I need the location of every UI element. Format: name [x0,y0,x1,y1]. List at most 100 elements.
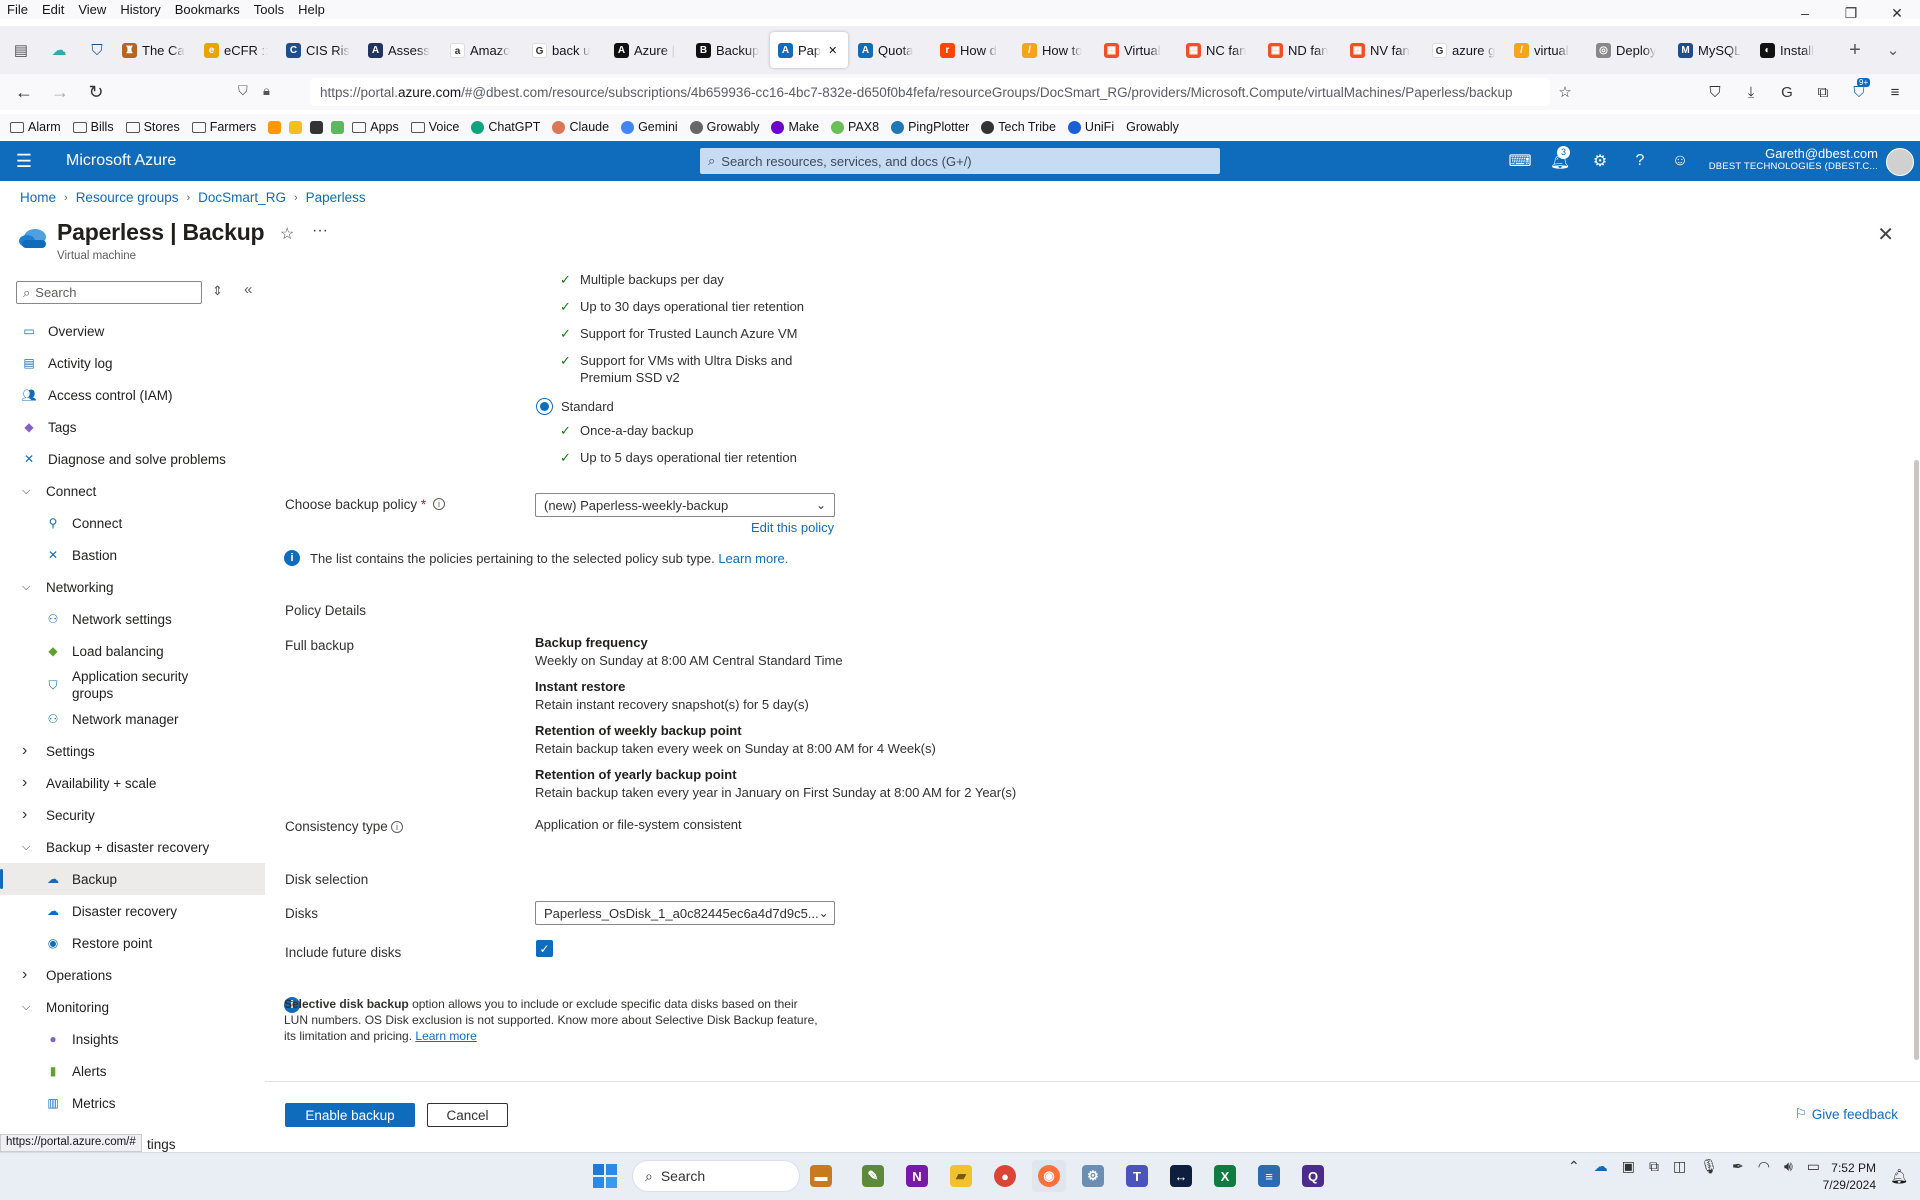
lock-icon[interactable]: 🔒︎ [263,83,270,99]
bookmark-item[interactable]: Alarm [10,120,61,134]
account-info[interactable]: Gareth@dbest.com DBEST TECHNOLOGIES (DBE… [1709,146,1878,172]
bookmark-item[interactable]: PAX8 [831,120,879,134]
collapse-menu-icon[interactable]: « [244,281,252,298]
pen-icon[interactable]: ✒ [1732,1158,1744,1175]
excel-icon[interactable]: X [1208,1160,1242,1192]
notepad-icon[interactable]: ✎ [856,1160,890,1192]
tray-icon[interactable]: ⧉ [1649,1158,1659,1175]
breadcrumb-link[interactable]: Home [20,190,56,205]
bookmark-item[interactable]: UniFi [1067,120,1114,134]
windows-start-icon[interactable] [592,1163,618,1189]
tracking-shield-icon[interactable]: ⛉ [238,83,248,99]
menu-file[interactable]: File [0,2,35,17]
azure-search-input[interactable]: ⌕ Search resources, services, and docs (… [700,148,1220,174]
bookmark-item[interactable]: Bills [72,120,114,134]
bookmark-item[interactable]: Stores [125,120,180,134]
bookmark-favicon-icon[interactable] [310,120,324,134]
shield-icon[interactable]: ⛉ [80,33,114,67]
bookmark-favicon-icon[interactable] [289,120,303,134]
sidebar-item-activity-log[interactable]: ▤ Activity log [0,347,265,379]
sidebar-item-restore-point[interactable]: ◉ Restore point [0,927,265,959]
browser-tab[interactable]: ◎ Deploy [1588,32,1668,68]
azure-brand[interactable]: Microsoft Azure [66,152,176,170]
teams-icon[interactable]: T [1120,1160,1154,1192]
bookmark-item[interactable]: Growably [689,120,759,134]
sidebar-group-operations[interactable]: › Operations [0,959,265,991]
browser-tab[interactable]: Gazure g [1424,32,1504,68]
sidebar-group-backup-disaster-recovery[interactable]: ⌵ Backup + disaster recovery [0,831,265,863]
browser-tab[interactable]: a Amazo [442,32,522,68]
cancel-button[interactable]: Cancel [427,1103,508,1127]
downloads-icon[interactable]: ⤓ [1736,78,1766,106]
sidebar-group-connect[interactable]: ⌵ Connect [0,475,265,507]
browser-menu-icon[interactable]: ≡ [1880,78,1910,106]
chevron-up-icon[interactable]: ⌃ [1568,1158,1580,1175]
bookmark-favicon-icon[interactable] [268,120,282,134]
backup-policy-dropdown[interactable]: (new) Paperless-weekly-backup ⌄ [535,493,835,517]
clock[interactable]: 7:52 PM 7/29/2024 [1823,1160,1876,1194]
help-icon[interactable]: ? [1620,141,1660,181]
info-tooltip-icon[interactable]: i [391,821,403,833]
expand-collapse-icon[interactable]: ⇕ [212,283,223,299]
sidebar-item-metrics[interactable]: ▥ Metrics [0,1087,265,1119]
cloud-shell-icon[interactable]: ⌨ [1500,141,1540,181]
tab-close-icon[interactable]: ✕ [828,44,837,57]
browser-tab[interactable]: ▦ Virtual [1096,32,1176,68]
sidebar-item-network-manager[interactable]: ⚇ Network manager [0,703,265,735]
battery-icon[interactable]: ▭ [1807,1158,1820,1175]
sidebar-item-load-balancing[interactable]: ◆ Load balancing [0,635,265,667]
browser-tab[interactable]: A Assess [360,32,440,68]
sidebar-group-availability-scale[interactable]: › Availability + scale [0,767,265,799]
breadcrumb-link[interactable]: Paperless [306,190,366,205]
close-window-icon[interactable]: ✕ [1874,0,1920,26]
sidebar-group-monitoring[interactable]: ⌵ Monitoring [0,991,265,1023]
bookmark-item[interactable]: ChatGPT [471,120,540,134]
sidebar-item-truncated[interactable]: tings [147,1137,176,1152]
sidebar-group-settings[interactable]: › Settings [0,735,265,767]
forward-icon[interactable]: → [42,77,78,107]
browser-tab[interactable]: / virtual [1506,32,1586,68]
browser-tab[interactable]: ▦ NC fan [1178,32,1258,68]
chrome-icon[interactable]: ● [988,1160,1022,1192]
breadcrumb-link[interactable]: Resource groups [76,190,179,205]
sidebar-group-networking[interactable]: ⌵ Networking [0,571,265,603]
restore-icon[interactable]: ❐ [1828,0,1874,26]
browser-tab[interactable]: A Pap ✕ [770,32,848,68]
tab-overflow-icon[interactable]: ⌄ [1876,33,1910,67]
browser-tab[interactable]: M MySQL [1670,32,1750,68]
browser-tab[interactable]: ▦ NV fan [1342,32,1422,68]
sidebar-item-insights[interactable]: ● Insights [0,1023,265,1055]
more-icon[interactable]: ··· [312,222,328,240]
sidebar-item-connect[interactable]: ⚲ Connect [0,507,265,539]
notification-bell-icon[interactable]: 🔔︎ [1890,1168,1908,1185]
taskbar-search[interactable]: ⌕ Search [632,1160,800,1192]
bookmark-item[interactable]: Tech Tribe [981,120,1056,134]
bookmark-favicon-icon[interactable] [331,120,345,134]
browser-tab[interactable]: r How d [932,32,1012,68]
teamviewer-icon[interactable]: ↔ [1164,1160,1198,1192]
learn-more-link[interactable]: Learn more. [718,551,788,566]
menu-help[interactable]: Help [291,2,332,17]
menu-history[interactable]: History [113,2,167,17]
sidebar-item-diagnose-and-solve-problems[interactable]: ✕ Diagnose and solve problems [0,443,265,475]
sidebar-group-security[interactable]: › Security [0,799,265,831]
menu-view[interactable]: View [71,2,113,17]
browser-tab[interactable]: B Backup [688,32,768,68]
favorite-star-icon[interactable]: ☆ [280,224,294,244]
bookmark-item[interactable]: Voice [410,120,459,134]
url-bar[interactable]: https://portal. azure.com/#@dbest.com/res… [310,78,1550,106]
info-tooltip-icon[interactable]: i [433,498,445,510]
bookmark-item[interactable]: Growably [1126,120,1179,134]
bookmark-item[interactable]: Claude [552,120,609,134]
sidebar-toggle-icon[interactable]: ▤ [4,33,38,67]
feedback-icon[interactable]: ☺ [1660,141,1700,181]
reload-icon[interactable]: ↻ [78,77,114,107]
firefox-icon[interactable]: ◉ [1032,1160,1066,1192]
include-future-disks-checkbox[interactable]: ✓ [536,940,553,957]
sidebar-item-tags[interactable]: ◆ Tags [0,411,265,443]
account-icon[interactable]: G [1772,78,1802,106]
menu-edit[interactable]: Edit [35,2,71,17]
sidebar-item-access-control-iam-[interactable]: 👥︎ Access control (IAM) [0,379,265,411]
menu-tools[interactable]: Tools [247,2,291,17]
sidebar-item-disaster-recovery[interactable]: ☁ Disaster recovery [0,895,265,927]
